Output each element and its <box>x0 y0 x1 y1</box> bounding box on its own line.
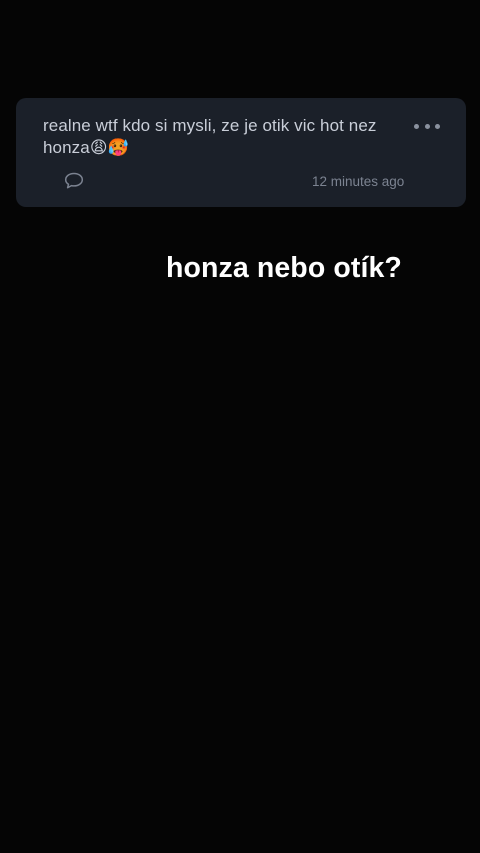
ellipsis-dot <box>435 123 440 129</box>
reply-icon[interactable] <box>63 171 85 191</box>
post-text: realne wtf kdo si mysli, ze je otik vic … <box>43 116 377 157</box>
story-caption: honza nebo otík? <box>166 252 402 284</box>
post-card[interactable]: realne wtf kdo si mysli, ze je otik vic … <box>16 98 466 207</box>
ellipsis-dot <box>414 123 419 129</box>
ellipsis-dot <box>424 123 430 129</box>
more-options-icon[interactable] <box>414 117 440 135</box>
post-timestamp: 12 minutes ago <box>312 174 405 189</box>
speech-bubble-icon <box>64 172 84 189</box>
